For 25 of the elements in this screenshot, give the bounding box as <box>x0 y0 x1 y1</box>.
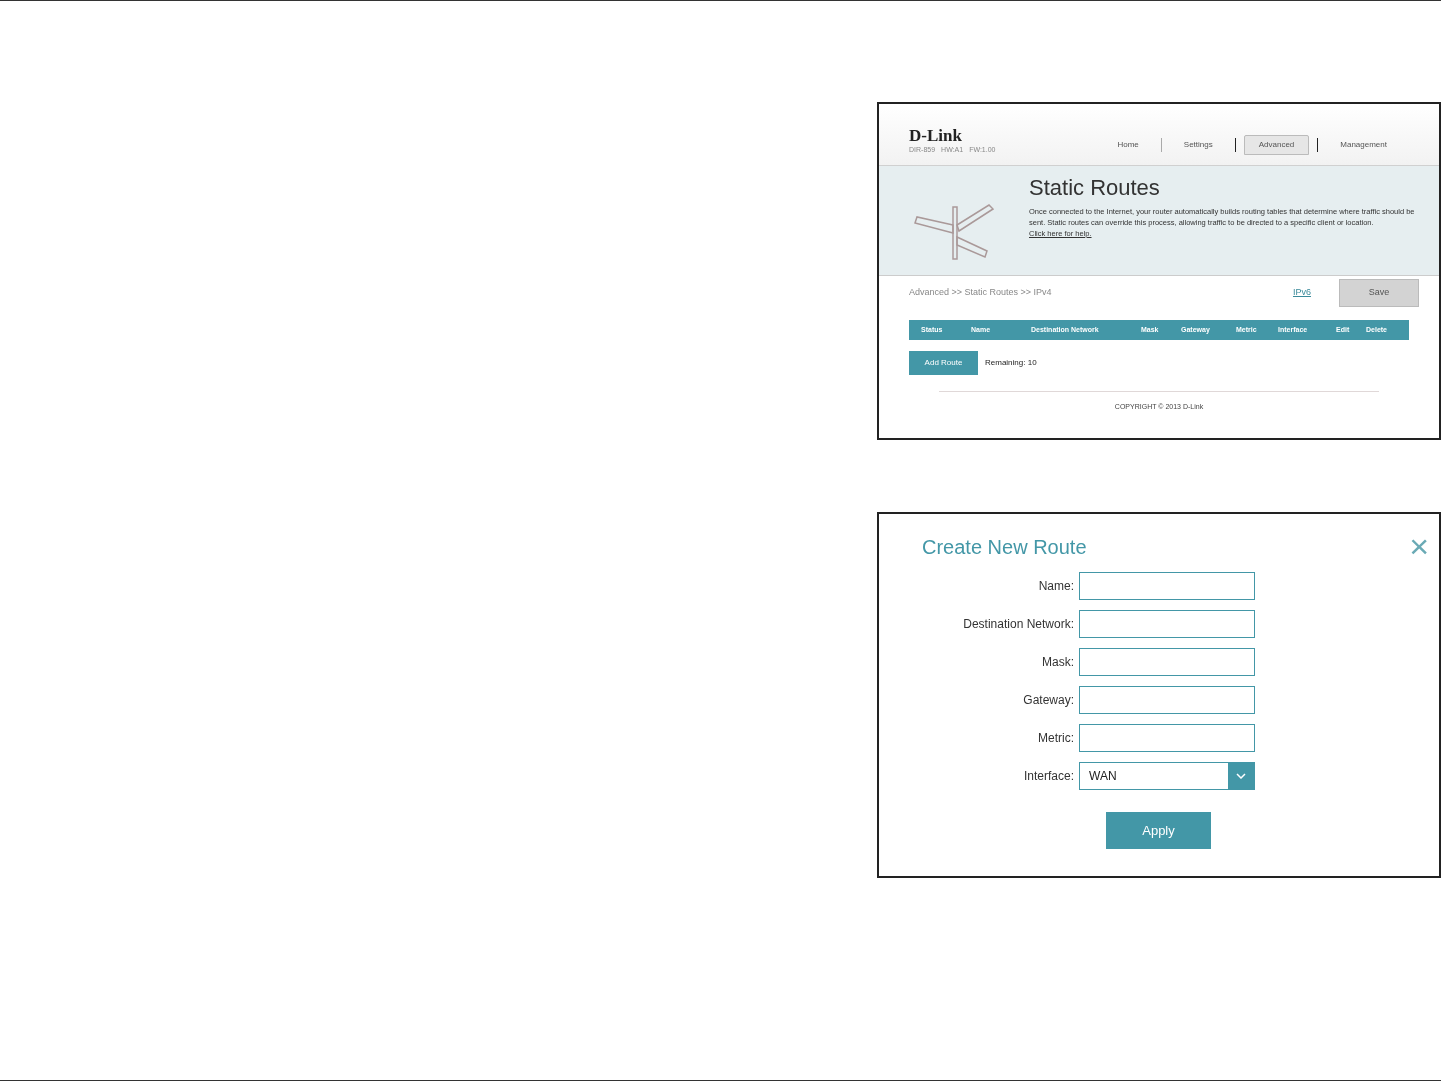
field-label: Mask: <box>1041 654 1075 671</box>
input-field[interactable] <box>1079 572 1255 600</box>
input-field[interactable] <box>1079 610 1255 638</box>
nav-tab[interactable]: Advanced <box>1243 135 1310 155</box>
nav-tab[interactable]: Home <box>1103 135 1153 155</box>
dialog-title: Create New Route <box>922 535 1087 560</box>
page-title: Static Routes <box>1029 174 1161 202</box>
apply-button[interactable]: Apply <box>1106 812 1211 849</box>
input-field[interactable] <box>1079 686 1255 714</box>
field-label: Name: <box>1037 578 1075 595</box>
nav-tab[interactable]: Management <box>1326 135 1401 155</box>
logo: D-Link <box>909 126 963 145</box>
input-field[interactable] <box>1079 724 1255 752</box>
nav-tab[interactable]: Settings <box>1169 135 1227 155</box>
ipv6-link[interactable]: IPv6 <box>1293 286 1311 300</box>
field-label: Destination Network: <box>962 616 1075 633</box>
add-route-button[interactable]: Add Route <box>909 351 978 375</box>
field-label: Metric: <box>1037 730 1075 747</box>
interface-dropdown[interactable]: WAN <box>1079 762 1255 790</box>
input-field[interactable] <box>1079 648 1255 676</box>
remaining-count: Remaining: 10 <box>985 357 1037 369</box>
breadcrumb: Advanced >> Static Routes >> IPv4 <box>909 286 1053 300</box>
field-label: Gateway: <box>1022 692 1075 709</box>
field-label: Interface: <box>1022 768 1075 785</box>
chevron-down-icon <box>1236 773 1246 779</box>
